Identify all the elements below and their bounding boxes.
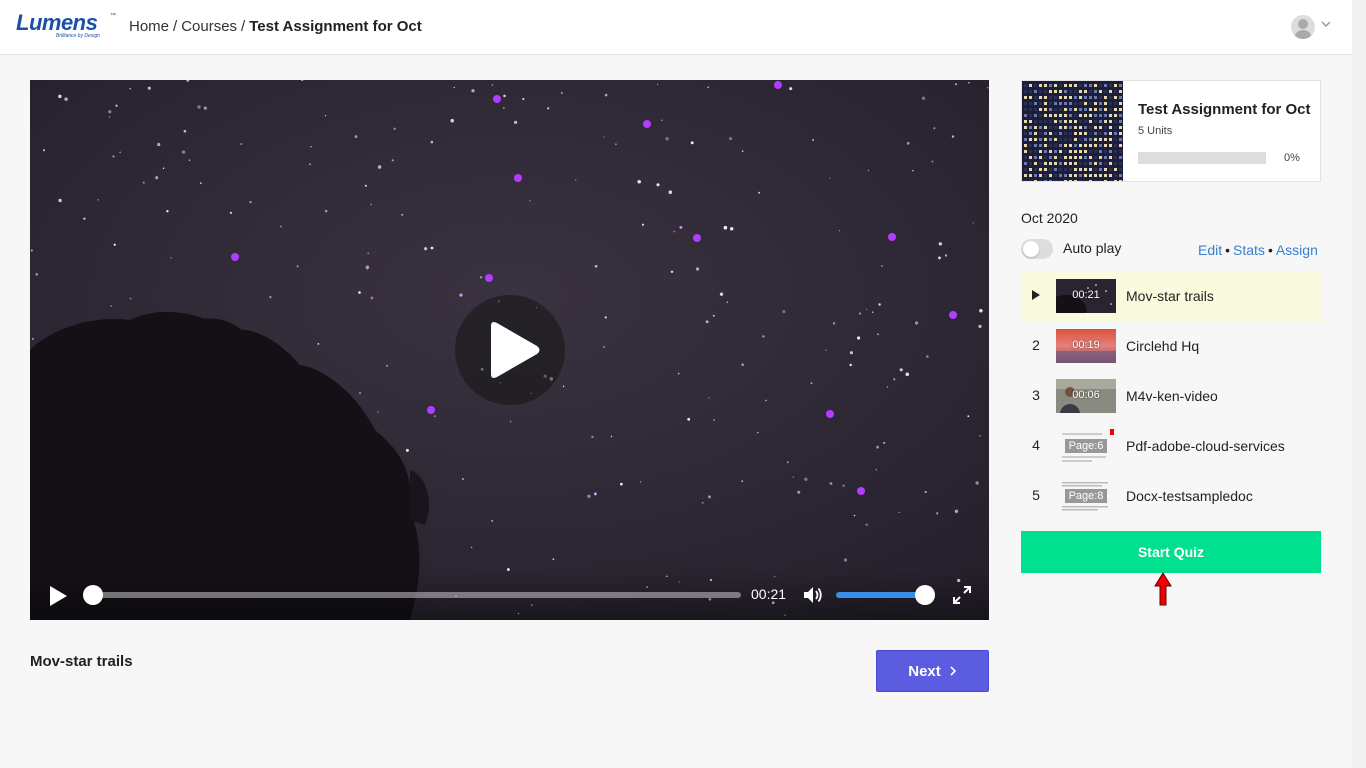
- breadcrumb-separator: /: [241, 18, 246, 35]
- unit-row[interactable]: 2 00:19 Circlehd Hq: [1021, 321, 1321, 371]
- autoplay-toggle[interactable]: [1021, 239, 1053, 259]
- unit-page-count: Page:6: [1065, 439, 1107, 453]
- logo-wordmark: Lumens: [16, 10, 98, 35]
- unit-thumbnail: Page:6: [1056, 429, 1116, 463]
- unit-name: Pdf-adobe-cloud-services: [1126, 438, 1285, 454]
- unit-number: 3: [1032, 387, 1040, 403]
- trademark-mark: ™: [110, 13, 116, 19]
- unit-thumbnail: 00:19: [1056, 329, 1116, 363]
- breadcrumb-home[interactable]: Home: [129, 18, 169, 35]
- course-thumbnail: [1022, 81, 1123, 181]
- chevron-down-icon[interactable]: [1321, 19, 1331, 29]
- user-avatar[interactable]: [1291, 15, 1315, 39]
- stats-link[interactable]: Stats: [1233, 242, 1265, 258]
- unit-name: Circlehd Hq: [1126, 338, 1200, 354]
- now-playing-icon: [1032, 290, 1040, 300]
- course-progress-percent: 0%: [1284, 152, 1300, 164]
- course-unit-count: 5 Units: [1138, 125, 1173, 137]
- pointer-arrow-icon: [1154, 572, 1172, 606]
- next-label: Next: [908, 662, 941, 680]
- course-progress-bar: [1138, 152, 1266, 164]
- unit-row[interactable]: 5 Page:8 Docx-testsampledoc: [1021, 471, 1321, 521]
- unit-name: Docx-testsampledoc: [1126, 488, 1253, 504]
- unit-list: 00:21 Mov-star trails 2 00:19 Circlehd H…: [1021, 271, 1321, 521]
- breadcrumb: Home / Courses / Test Assignment for Oct: [129, 18, 422, 35]
- current-unit-title: Mov-star trails: [30, 653, 133, 670]
- page-scrollbar[interactable]: [1352, 0, 1366, 768]
- unit-name: Mov-star trails: [1126, 288, 1214, 304]
- assignment-date: Oct 2020: [1021, 210, 1078, 226]
- volume-handle[interactable]: [915, 585, 935, 605]
- unit-page-count: Page:8: [1065, 489, 1107, 503]
- fullscreen-icon[interactable]: [951, 584, 973, 606]
- lumens-logo[interactable]: Lumens ™ Brilliance by Design: [16, 10, 116, 41]
- unit-number: 2: [1032, 337, 1040, 353]
- player-controls: 00:21: [30, 570, 989, 620]
- avatar-head: [1298, 19, 1308, 29]
- play-icon[interactable]: [48, 585, 68, 607]
- volume-slider[interactable]: [836, 592, 924, 598]
- next-button[interactable]: Next: [876, 650, 989, 692]
- unit-row[interactable]: 4 Page:6 Pdf-adobe-cloud-services: [1021, 421, 1321, 471]
- unit-thumbnail: 00:06: [1056, 379, 1116, 413]
- unit-number: 5: [1032, 487, 1040, 503]
- toggle-knob: [1023, 241, 1039, 257]
- chevron-right-icon: [950, 666, 956, 676]
- start-quiz-button[interactable]: Start Quiz: [1021, 531, 1321, 573]
- time-display: 00:21: [751, 586, 787, 602]
- breadcrumb-courses[interactable]: Courses: [181, 18, 237, 35]
- unit-thumbnail: Page:8: [1056, 479, 1116, 513]
- course-actions: Edit • Stats • Assign: [1198, 242, 1318, 258]
- unit-row[interactable]: 00:21 Mov-star trails: [1021, 271, 1321, 321]
- play-icon: [491, 322, 540, 378]
- logo-tagline: Brilliance by Design: [56, 33, 100, 39]
- seek-handle[interactable]: [83, 585, 103, 605]
- video-player[interactable]: 00:21: [30, 80, 989, 620]
- course-title: Test Assignment for Oct: [1138, 101, 1311, 118]
- unit-duration: 00:19: [1072, 339, 1100, 351]
- unit-name: M4v-ken-video: [1126, 388, 1218, 404]
- autoplay-label: Auto play: [1063, 240, 1122, 256]
- volume-icon[interactable]: [802, 584, 824, 606]
- unit-number: 4: [1032, 437, 1040, 453]
- breadcrumb-current: Test Assignment for Oct: [249, 18, 422, 35]
- edit-link[interactable]: Edit: [1198, 242, 1222, 258]
- unit-duration: 00:06: [1072, 389, 1100, 401]
- separator-dot: •: [1225, 242, 1231, 258]
- top-bar: Lumens ™ Brilliance by Design Home / Cours…: [0, 0, 1352, 55]
- separator-dot: •: [1267, 242, 1273, 258]
- assign-link[interactable]: Assign: [1276, 242, 1318, 258]
- big-play-button[interactable]: [455, 295, 565, 405]
- unit-duration: 00:21: [1072, 289, 1100, 301]
- avatar-body: [1294, 30, 1312, 39]
- breadcrumb-separator: /: [173, 18, 178, 35]
- seek-bar[interactable]: [93, 592, 741, 598]
- course-card[interactable]: Test Assignment for Oct 5 Units 0%: [1021, 80, 1321, 182]
- unit-thumbnail: 00:21: [1056, 279, 1116, 313]
- unit-row[interactable]: 3 00:06 M4v-ken-video: [1021, 371, 1321, 421]
